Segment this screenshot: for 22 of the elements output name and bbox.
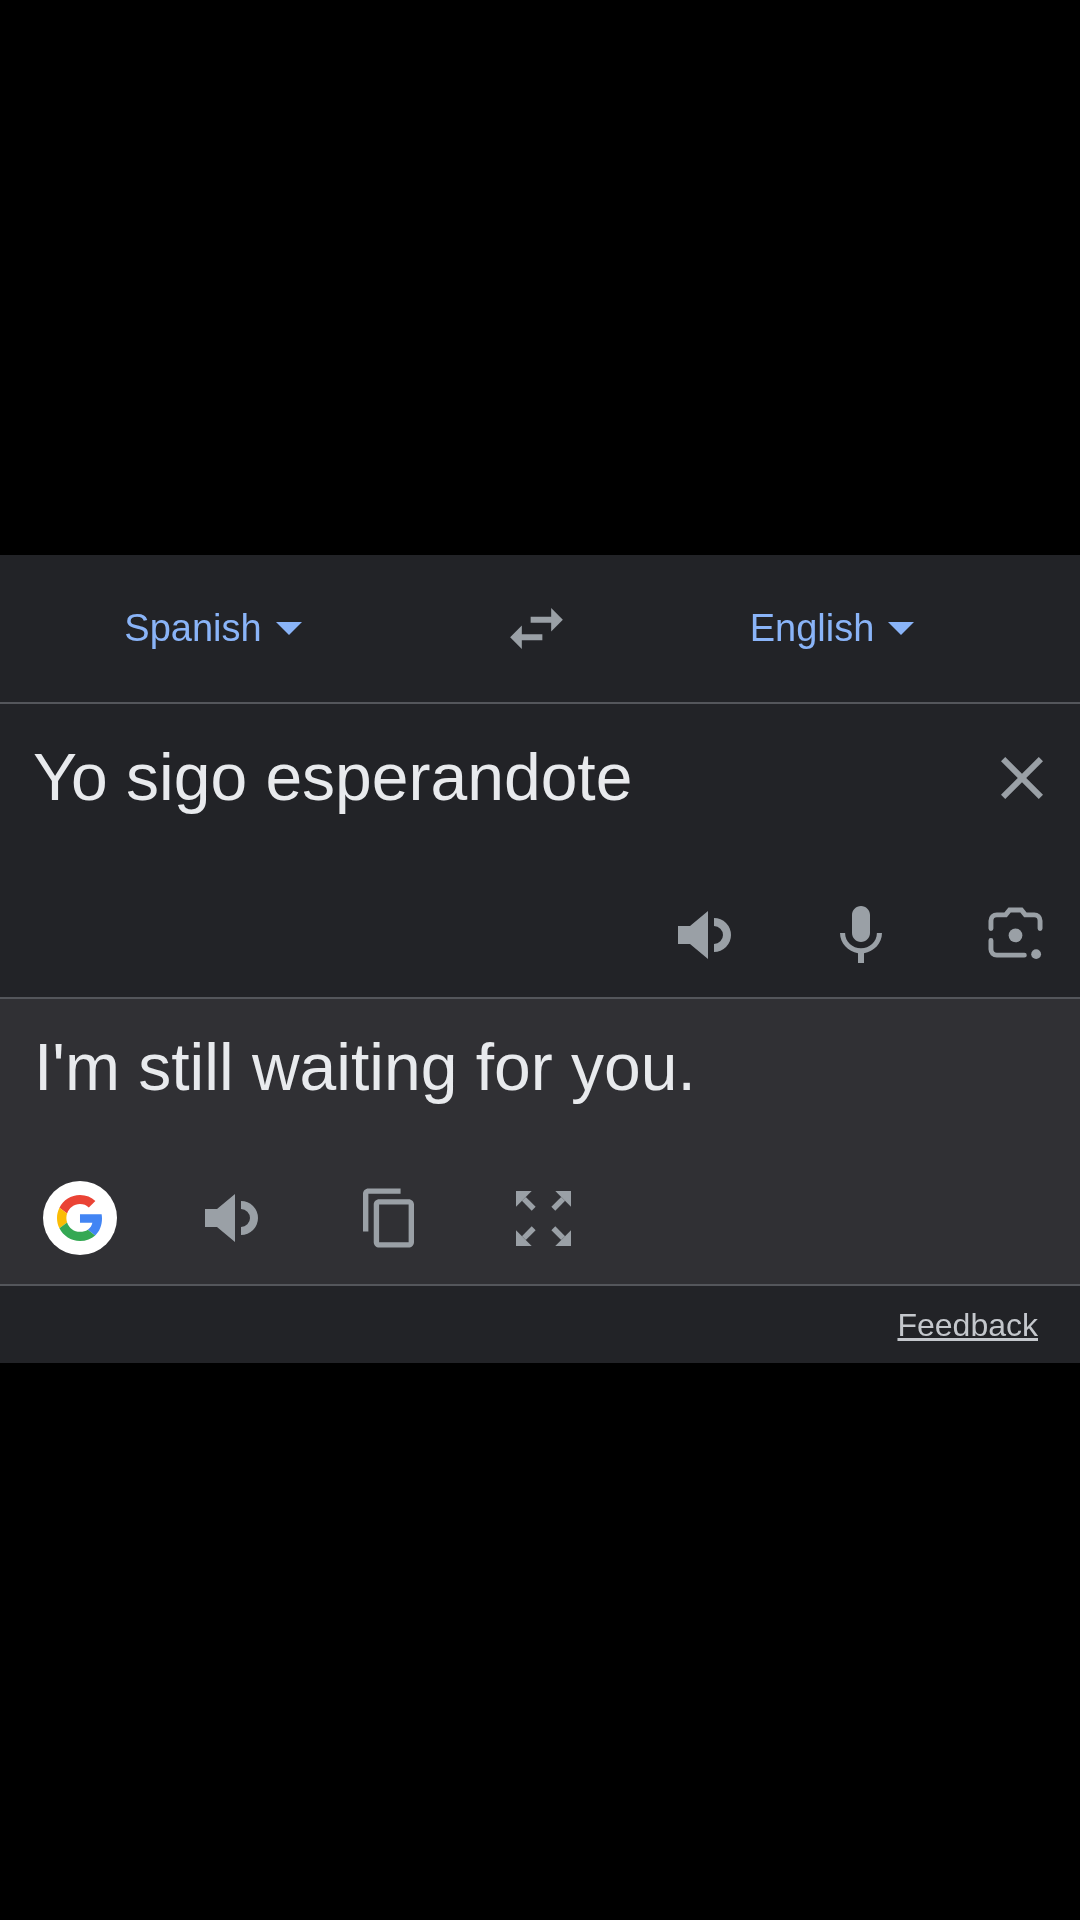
listen-translation-button[interactable] [205, 1191, 261, 1245]
expand-arrows-icon [516, 1190, 571, 1246]
copy-icon [363, 1188, 414, 1248]
microphone-icon [840, 906, 882, 963]
target-language-dropdown[interactable]: English [749, 605, 915, 652]
swap-arrows-icon [509, 608, 563, 649]
source-language-dropdown[interactable]: Spanish [124, 605, 302, 652]
dropdown-caret-icon [888, 622, 915, 635]
camera-icon [988, 907, 1043, 962]
dropdown-caret-icon [275, 622, 302, 635]
swap-languages-button[interactable] [509, 608, 563, 649]
close-icon [1001, 756, 1043, 799]
g-logo-icon [43, 1181, 117, 1255]
speaker-icon [205, 1191, 261, 1245]
copy-button[interactable] [363, 1188, 414, 1248]
fullscreen-button[interactable] [516, 1190, 571, 1246]
g-logo-button[interactable] [43, 1181, 117, 1255]
translation-text: I'm still waiting for you. [34, 1029, 697, 1106]
camera-translate-button[interactable] [988, 907, 1043, 962]
voice-input-button[interactable] [840, 906, 882, 963]
clear-button[interactable] [1001, 756, 1043, 799]
feedback-link[interactable]: Feedback [897, 1300, 1038, 1349]
